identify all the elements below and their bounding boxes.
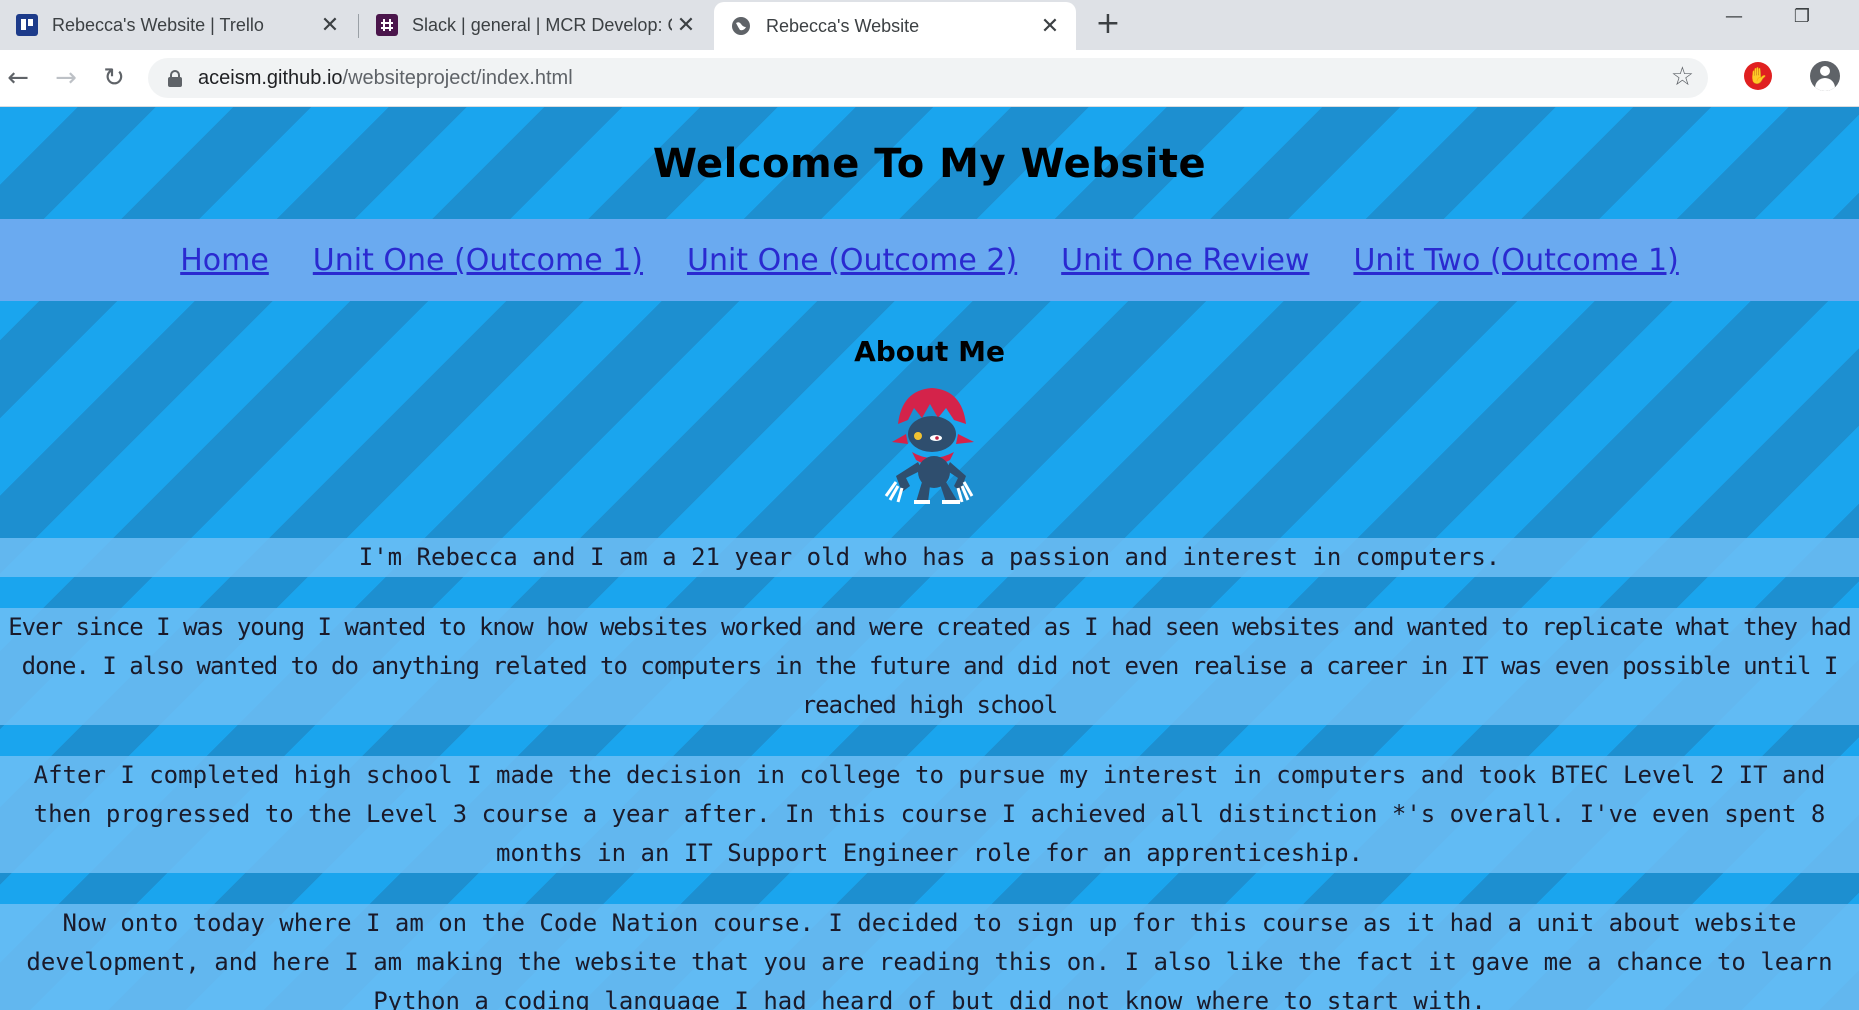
nav-link-unit-two-outcome-1[interactable]: Unit Two (Outcome 1): [1353, 243, 1678, 278]
nav-link-unit-one-review[interactable]: Unit One Review: [1061, 243, 1309, 278]
trello-icon: [16, 14, 38, 36]
nav-link-unit-one-outcome-2[interactable]: Unit One (Outcome 2): [687, 243, 1017, 278]
site-header: Welcome To My Website: [0, 107, 1859, 219]
url-text[interactable]: aceism.github.io/websiteproject/index.ht…: [198, 67, 573, 90]
forward-arrow-icon[interactable]: →: [48, 60, 84, 96]
extension-icon[interactable]: ✋: [1744, 62, 1772, 90]
back-arrow-icon[interactable]: ←: [0, 60, 36, 96]
about-paragraph: After I completed high school I made the…: [0, 756, 1859, 873]
page-viewport: Welcome To My Website Home Unit One (Out…: [0, 107, 1859, 1010]
tab-title: Slack | general | MCR Develop: Co: [412, 14, 672, 35]
tab-title: Rebecca's Website | Trello: [52, 14, 264, 35]
address-bar[interactable]: aceism.github.io/websiteproject/index.ht…: [148, 58, 1708, 98]
nav-link-unit-one-outcome-1[interactable]: Unit One (Outcome 1): [313, 243, 643, 278]
weavile-sprite: [0, 386, 1859, 508]
profile-avatar-icon[interactable]: [1810, 61, 1840, 91]
browser-tab-strip: Rebecca's Website | Trello ✕ Slack | gen…: [0, 0, 1859, 50]
tab-title: Rebecca's Website: [766, 15, 920, 36]
nav-link-home[interactable]: Home: [180, 243, 269, 278]
minimize-button[interactable]: —: [1714, 6, 1754, 38]
tab-separator: [358, 14, 359, 38]
tab-rebeccas-website[interactable]: Rebecca's Website ✕: [714, 2, 1076, 50]
browser-toolbar: ← → ↻ aceism.github.io/websiteproject/in…: [0, 50, 1859, 107]
site-nav: Home Unit One (Outcome 1) Unit One (Outc…: [0, 219, 1859, 301]
close-icon[interactable]: ✕: [1036, 12, 1064, 40]
bookmark-star-icon[interactable]: ☆: [1671, 62, 1694, 92]
globe-icon: [730, 15, 752, 37]
page-title: Welcome To My Website: [652, 141, 1207, 187]
new-tab-button[interactable]: +: [1092, 9, 1124, 41]
close-icon[interactable]: ✕: [316, 11, 344, 39]
about-paragraph: Now onto today where I am on the Code Na…: [0, 904, 1859, 1010]
tab-slack[interactable]: Slack | general | MCR Develop: Co ✕: [360, 0, 712, 50]
about-heading: About Me: [854, 335, 1005, 368]
reload-icon[interactable]: ↻: [96, 60, 132, 96]
slack-icon: [376, 14, 398, 36]
restore-button[interactable]: ❐: [1782, 6, 1822, 38]
about-paragraph: Ever since I was young I wanted to know …: [0, 608, 1859, 725]
about-paragraph: I'm Rebecca and I am a 21 year old who h…: [0, 538, 1859, 577]
lock-icon: [168, 70, 182, 87]
tab-trello[interactable]: Rebecca's Website | Trello ✕: [0, 0, 356, 50]
close-icon[interactable]: ✕: [672, 11, 700, 39]
